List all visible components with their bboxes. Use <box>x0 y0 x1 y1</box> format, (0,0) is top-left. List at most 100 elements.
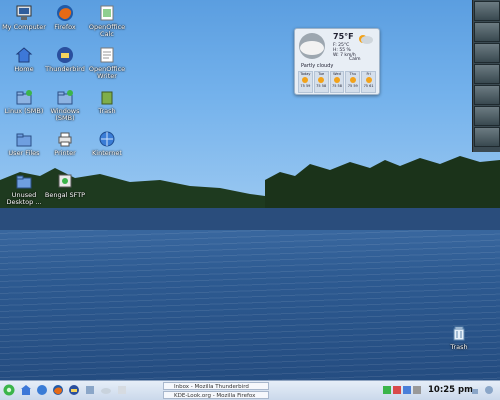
logout-icon[interactable] <box>484 385 494 395</box>
icon-label: Linux (SMB) <box>4 107 44 115</box>
sun-icon <box>365 77 372 83</box>
tray-icon-volume[interactable] <box>403 386 411 394</box>
forecast-day-range: 75 58 <box>316 84 327 88</box>
weather-details: F: 25°C H: 55 % W: 7 km/h <box>333 43 356 58</box>
icon-label: Bengal SFTP <box>44 191 86 199</box>
icon-label: Windows (SMB) <box>50 107 80 122</box>
firefox-icon <box>57 5 73 21</box>
sun-icon <box>302 77 309 83</box>
forecast-day-range: 75 59 <box>300 84 311 88</box>
sun-icon <box>349 77 356 83</box>
desktop-icon-home[interactable]: Home <box>1 46 47 73</box>
desktop-icon-unused-desktop[interactable]: Unused Desktop ... <box>1 172 47 206</box>
taskbar-clock[interactable]: 10:25 pm <box>428 385 473 395</box>
folder-icon <box>16 133 32 147</box>
icon-label: Trash <box>450 343 468 351</box>
monitor-cell <box>474 106 500 126</box>
folder-icon <box>16 175 32 189</box>
desktop-icon-printer[interactable]: Printer <box>42 130 88 157</box>
apps-icon[interactable] <box>116 384 128 396</box>
desktop-icon-bengal-sftp[interactable]: Bengal SFTP <box>42 172 88 199</box>
task-label: KDE-Look.org - Mozilla Firefox <box>174 393 256 399</box>
desktop-icon-computer[interactable]: My Computer <box>1 4 47 31</box>
start-menu-icon[interactable] <box>3 384 15 396</box>
icon-label: My Computer <box>2 23 46 31</box>
task-firefox[interactable]: KDE-Look.org - Mozilla Firefox <box>163 391 269 399</box>
network-folder-icon <box>57 90 73 105</box>
globe-icon <box>99 131 115 147</box>
forecast-day-name: Today <box>300 72 311 76</box>
firefox-icon[interactable] <box>52 384 64 396</box>
monitor-cell <box>474 22 500 42</box>
tray-icon-update[interactable] <box>393 386 401 394</box>
forecast-day-range: 75 59 <box>347 84 358 88</box>
monitor-cell <box>474 127 500 147</box>
network-folder-icon <box>16 90 32 105</box>
forecast-day-name: Tue <box>318 72 325 76</box>
desktop-icon-firefox[interactable]: Firefox <box>42 4 88 31</box>
monitor-cell <box>474 43 500 63</box>
desktop-icon-trash[interactable]: Trash <box>436 324 482 351</box>
weather-forecast: Today 75 59 Tue 75 58 Wed 75 58 Thu 75 5… <box>298 71 376 93</box>
monitor-cell <box>474 1 500 21</box>
desktop-icon-linux-share[interactable]: Linux (SMB) <box>1 88 47 115</box>
task-label: Inbox - Mozilla Thunderbird <box>174 384 249 390</box>
partly-cloudy-icon <box>359 35 373 44</box>
lock-icon[interactable] <box>470 385 480 395</box>
forecast-day-name: Thu <box>349 72 357 76</box>
icon-label: Home <box>14 65 34 73</box>
cloud-icon <box>299 33 325 59</box>
monitor-cell <box>474 85 500 105</box>
forecast-day: Today 75 59 <box>298 71 313 93</box>
tools-icon[interactable] <box>84 384 96 396</box>
icon-label: User Files <box>8 149 40 157</box>
desktop-icon-trash-small[interactable]: Trash <box>84 88 130 115</box>
icon-label: Unused Desktop ... <box>6 191 42 206</box>
desktop-icon-openoffice-writer[interactable]: OpenOffice Writer <box>84 46 130 80</box>
icon-label: OpenOffice Calc <box>88 23 126 38</box>
icon-label: OpenOffice Writer <box>88 65 126 80</box>
forecast-day-range: 75 58 <box>331 84 342 88</box>
desktop[interactable]: My Computer Firefox OpenOffice Calc Home… <box>0 0 500 400</box>
computer-icon <box>16 5 32 20</box>
water-ripples <box>0 215 500 385</box>
network-drive-icon <box>58 174 72 188</box>
tray-icon-network[interactable] <box>383 386 391 394</box>
tray-icon-clipboard[interactable] <box>413 386 421 394</box>
forecast-day: Fri 75 61 <box>361 71 376 93</box>
icon-label: Kinternet <box>92 149 122 157</box>
weather-condition: Partly cloudy <box>301 63 334 69</box>
desktop-icon-thunderbird[interactable]: Thunderbird <box>42 46 88 73</box>
thunderbird-icon[interactable] <box>68 384 80 396</box>
weather-temperature: 75°F <box>333 32 354 41</box>
spreadsheet-icon <box>100 5 114 21</box>
document-icon <box>100 47 114 63</box>
desktop-icon-openoffice-calc[interactable]: OpenOffice Calc <box>84 4 130 38</box>
forecast-day: Tue 75 58 <box>313 71 329 93</box>
taskbar[interactable]: Inbox - Mozilla Thunderbird KDE-Look.org… <box>0 380 500 400</box>
sun-icon <box>318 77 325 83</box>
forecast-day: Thu 75 59 <box>345 71 361 93</box>
icon-label: Printer <box>54 149 76 157</box>
home-icon[interactable] <box>20 384 32 396</box>
forecast-day-name: Wed <box>333 72 341 76</box>
task-thunderbird[interactable]: Inbox - Mozilla Thunderbird <box>163 382 269 390</box>
system-monitor-panel[interactable] <box>472 0 500 152</box>
weather-widget[interactable]: 75°F F: 25°C H: 55 % W: 7 km/h Partly cl… <box>294 28 380 95</box>
icon-label: Firefox <box>54 23 76 31</box>
thunderbird-icon <box>57 47 73 63</box>
printer-icon <box>58 132 72 147</box>
desktop-icon-user-files[interactable]: User Files <box>1 130 47 157</box>
globe-icon[interactable] <box>36 384 48 396</box>
monitor-cell <box>474 64 500 84</box>
icon-label: Thunderbird <box>45 65 85 73</box>
sun-icon <box>333 77 340 83</box>
forecast-day-range: 75 61 <box>363 84 374 88</box>
desktop-icon-kinternet[interactable]: Kinternet <box>84 130 130 157</box>
desktop-icon-windows-share[interactable]: Windows (SMB) <box>42 88 88 122</box>
trash-icon <box>101 91 113 105</box>
weather-current: Calm <box>349 57 361 62</box>
forecast-day: Wed 75 58 <box>329 71 345 93</box>
cloud-icon[interactable] <box>100 384 112 396</box>
forecast-day-name: Fri <box>366 72 371 76</box>
